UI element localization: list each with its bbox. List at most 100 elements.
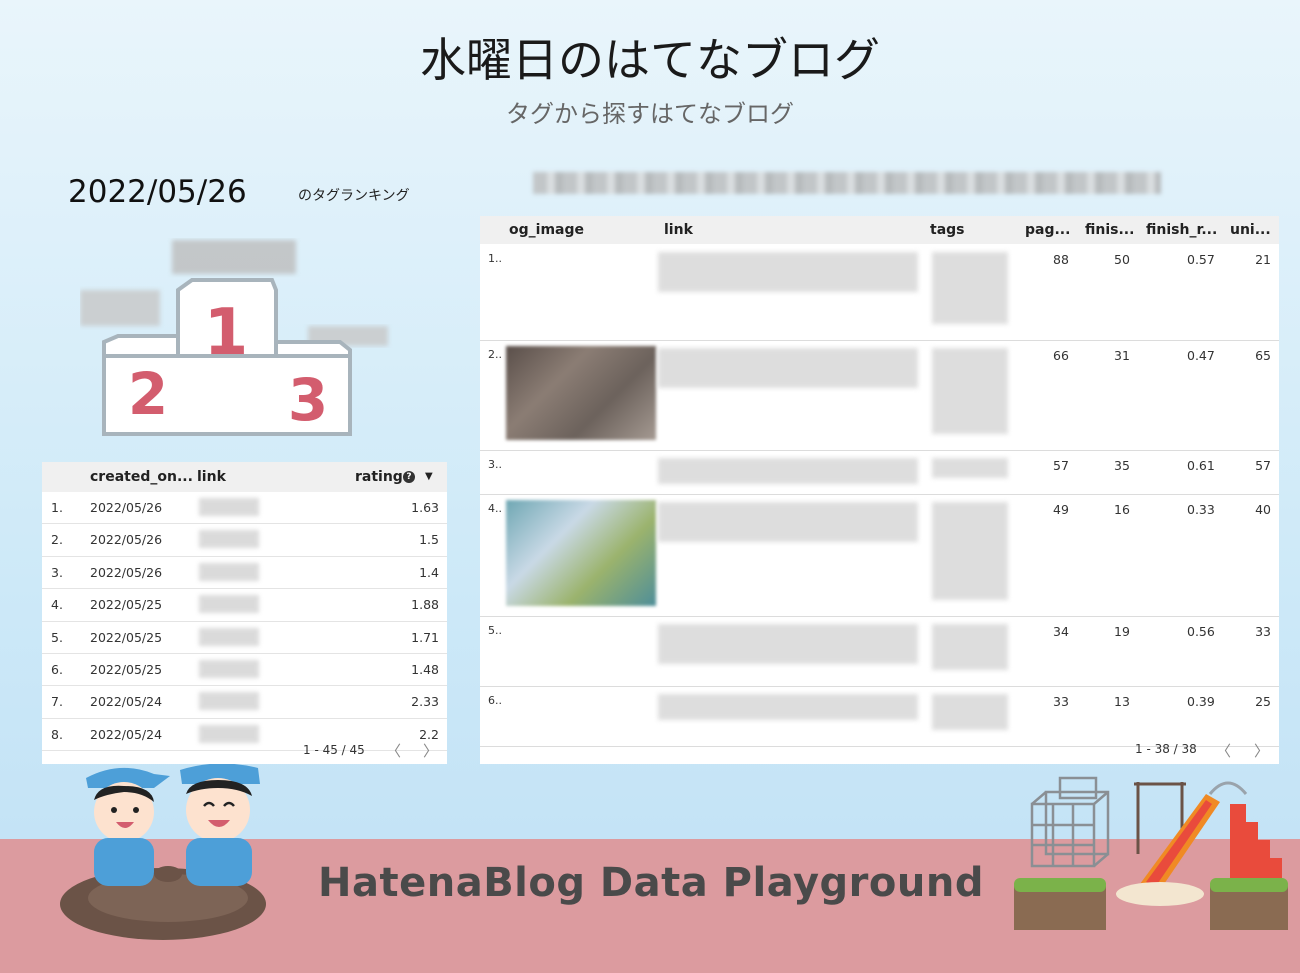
footer-title: HatenaBlog Data Playground bbox=[318, 860, 984, 906]
row-rating: 1.48 bbox=[411, 661, 439, 677]
row-created-on: 2022/05/24 bbox=[90, 694, 163, 710]
row-finish-rate: 0.39 bbox=[1187, 694, 1215, 709]
row-finish-rate: 0.57 bbox=[1187, 252, 1215, 267]
table-row[interactable]: 1. 2022/05/26 1.63 bbox=[42, 492, 447, 525]
table-row[interactable]: 5. 2022/05/25 1.71 bbox=[42, 622, 447, 654]
row-pageviews: 34 bbox=[1053, 624, 1069, 639]
row-unique: 21 bbox=[1255, 252, 1271, 267]
column-tags[interactable]: tags bbox=[930, 222, 965, 238]
next-page-icon[interactable]: 〉 bbox=[1254, 740, 1269, 761]
column-finished[interactable]: finis... bbox=[1085, 222, 1134, 238]
row-link-blurred[interactable] bbox=[199, 498, 259, 516]
page-subtitle: タグから探すはてなブログ bbox=[506, 100, 794, 128]
slide-stairs bbox=[1230, 804, 1282, 884]
row-tags-blurred bbox=[932, 348, 1008, 434]
podium-number-second: 2 bbox=[128, 360, 168, 428]
row-number: 6. bbox=[51, 661, 63, 677]
row-link-blurred[interactable] bbox=[199, 562, 259, 581]
row-finish-rate: 0.33 bbox=[1187, 502, 1215, 517]
row-rating: 2.33 bbox=[411, 694, 439, 710]
row-number: 2. bbox=[51, 532, 63, 548]
ranking-table-body: 1. 2022/05/26 1.63 2. 2022/05/26 1.5 3. 2022/05… bbox=[42, 492, 447, 752]
row-link-blurred[interactable] bbox=[199, 595, 259, 614]
row-unique: 25 bbox=[1255, 694, 1271, 709]
blurred-table-heading bbox=[533, 172, 1161, 194]
row-created-on: 2022/05/25 bbox=[90, 597, 163, 613]
row-number: 1.. bbox=[488, 252, 502, 265]
row-pageviews: 33 bbox=[1053, 694, 1069, 709]
table-row[interactable]: 5.. 34 19 0.56 33 bbox=[480, 616, 1279, 687]
row-number: 5.. bbox=[488, 624, 502, 637]
row-link-blurred[interactable] bbox=[658, 502, 918, 542]
row-link-blurred[interactable] bbox=[199, 627, 259, 646]
row-link-blurred[interactable] bbox=[658, 252, 918, 292]
row-unique: 65 bbox=[1255, 348, 1271, 363]
table-row[interactable]: 3.. 57 35 0.61 57 bbox=[480, 450, 1279, 495]
ranking-table-pagination: 1 - 45 / 45 〈 〉 bbox=[42, 738, 447, 764]
row-number: 1. bbox=[51, 500, 63, 515]
row-created-on: 2022/05/26 bbox=[90, 564, 163, 580]
row-link-blurred[interactable] bbox=[658, 624, 918, 664]
table-row[interactable]: 6.. 33 13 0.39 25 bbox=[480, 686, 1279, 747]
row-unique: 33 bbox=[1255, 624, 1271, 639]
article-table-pagination: 1 - 38 / 38 〈 〉 bbox=[480, 740, 1279, 762]
row-finish-rate: 0.56 bbox=[1187, 624, 1215, 639]
row-number: 7. bbox=[51, 694, 63, 710]
ranking-table: created_on... link rating ? ▼ 1. 2022/05/… bbox=[42, 462, 447, 764]
row-link-blurred[interactable] bbox=[199, 692, 259, 711]
table-row[interactable]: 1.. 88 50 0.57 21 bbox=[480, 244, 1279, 341]
row-unique: 57 bbox=[1255, 458, 1271, 473]
og-image-thumbnail[interactable] bbox=[506, 500, 656, 606]
podium-number-first: 1 bbox=[204, 296, 249, 370]
column-pageviews[interactable]: pag... bbox=[1025, 222, 1070, 238]
jungle-gym bbox=[1030, 776, 1110, 868]
row-created-on: 2022/05/25 bbox=[90, 661, 163, 677]
grass-block-left bbox=[1014, 886, 1106, 930]
table-row[interactable]: 2. 2022/05/26 1.5 bbox=[42, 524, 447, 557]
ranking-suffix: のタグランキング bbox=[298, 188, 410, 204]
podium-number-third: 3 bbox=[288, 366, 328, 434]
column-created-on[interactable]: created_on... bbox=[90, 469, 193, 485]
row-link-blurred[interactable] bbox=[658, 348, 918, 388]
column-link[interactable]: link bbox=[664, 222, 693, 238]
row-pageviews: 66 bbox=[1053, 348, 1069, 363]
row-finished: 35 bbox=[1114, 458, 1130, 473]
row-rating: 1.71 bbox=[411, 629, 439, 645]
row-rating: 1.5 bbox=[419, 532, 439, 548]
playground-illustration bbox=[1014, 776, 1288, 930]
prev-page-icon[interactable]: 〈 bbox=[386, 740, 401, 761]
grass-block-right bbox=[1210, 886, 1288, 930]
column-unique[interactable]: uni... bbox=[1230, 222, 1271, 238]
table-row[interactable]: 4.. 49 16 0.33 40 bbox=[480, 494, 1279, 617]
column-rating[interactable]: rating bbox=[355, 469, 403, 485]
row-link-blurred[interactable] bbox=[658, 694, 918, 720]
row-finished: 19 bbox=[1114, 624, 1130, 639]
column-link[interactable]: link bbox=[197, 469, 226, 485]
table-row[interactable]: 7. 2022/05/24 2.33 bbox=[42, 686, 447, 719]
sort-caret-icon[interactable]: ▼ bbox=[425, 471, 433, 482]
next-page-icon[interactable]: 〉 bbox=[423, 740, 438, 761]
row-created-on: 2022/05/26 bbox=[90, 532, 163, 548]
row-number: 4. bbox=[51, 597, 63, 613]
column-og-image[interactable]: og_image bbox=[509, 222, 584, 238]
row-finish-rate: 0.47 bbox=[1187, 348, 1215, 363]
row-finished: 16 bbox=[1114, 502, 1130, 517]
row-link-blurred[interactable] bbox=[658, 458, 918, 484]
pagination-label: 1 - 38 / 38 bbox=[1135, 742, 1197, 756]
og-image-thumbnail[interactable] bbox=[506, 346, 656, 440]
row-tags-blurred bbox=[932, 252, 1008, 324]
table-row[interactable]: 6. 2022/05/25 1.48 bbox=[42, 654, 447, 687]
row-number: 4.. bbox=[488, 502, 502, 515]
ranking-table-header: created_on... link rating ? ▼ bbox=[42, 462, 447, 492]
kid-left-shirt bbox=[94, 838, 154, 886]
table-row[interactable]: 4. 2022/05/25 1.88 bbox=[42, 589, 447, 622]
row-rating: 1.63 bbox=[411, 500, 439, 515]
table-row[interactable]: 2.. 66 31 0.47 65 bbox=[480, 340, 1279, 451]
prev-page-icon[interactable]: 〈 bbox=[1216, 740, 1231, 761]
row-link-blurred[interactable] bbox=[199, 530, 259, 549]
column-finish-rate[interactable]: finish_r... bbox=[1146, 222, 1217, 238]
table-row[interactable]: 3. 2022/05/26 1.4 bbox=[42, 557, 447, 590]
row-link-blurred[interactable] bbox=[199, 659, 259, 678]
row-created-on: 2022/05/25 bbox=[90, 629, 163, 645]
help-icon[interactable]: ? bbox=[403, 471, 415, 483]
